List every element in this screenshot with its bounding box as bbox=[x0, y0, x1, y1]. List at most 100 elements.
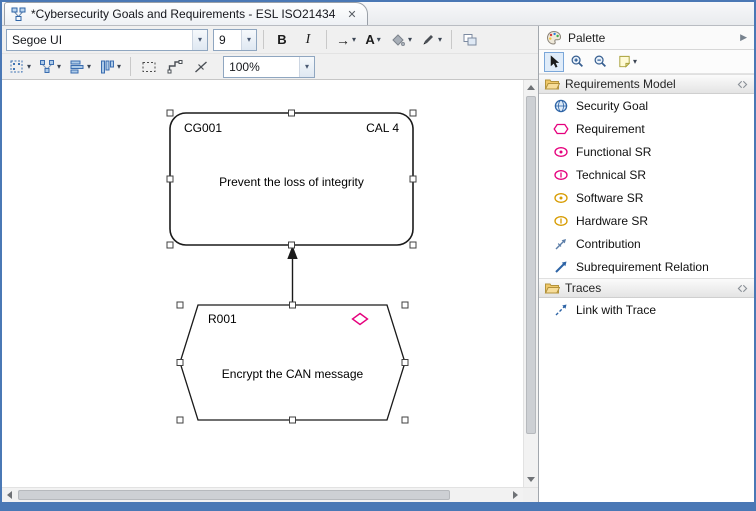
selection-mode-dropdown-button[interactable]: ▾ bbox=[6, 56, 34, 78]
italic-button[interactable]: I bbox=[296, 29, 320, 51]
drawer-label: Traces bbox=[565, 281, 601, 295]
toolbar-separator bbox=[326, 30, 327, 49]
vertical-scrollbar-thumb[interactable] bbox=[526, 96, 536, 434]
arrange-icon bbox=[39, 59, 55, 75]
oblique-router-button[interactable] bbox=[189, 56, 213, 78]
selection-handle[interactable] bbox=[289, 242, 295, 248]
marquee-select-button[interactable] bbox=[137, 56, 161, 78]
subrequirement-connection[interactable] bbox=[287, 246, 297, 307]
tab-close-icon[interactable]: ✕ bbox=[347, 8, 356, 21]
selection-handle[interactable] bbox=[289, 110, 295, 116]
copy-appearance-button[interactable] bbox=[458, 29, 482, 51]
palette-item-subrequirement-relation[interactable]: Subrequirement Relation bbox=[539, 255, 754, 278]
chevron-down-icon: ▾ bbox=[117, 62, 121, 71]
editor-tab[interactable]: *Cybersecurity Goals and Requirements - … bbox=[4, 2, 368, 25]
palette-item-label: Subrequirement Relation bbox=[576, 260, 709, 274]
fill-color-dropdown-button[interactable]: ▾ bbox=[387, 29, 415, 51]
security-goal-label: Prevent the loss of integrity bbox=[219, 175, 364, 189]
scroll-right-icon[interactable] bbox=[508, 488, 523, 502]
palette-item-label: Technical SR bbox=[576, 168, 646, 182]
chevron-down-icon[interactable]: ▾ bbox=[299, 57, 314, 77]
selection-handle[interactable] bbox=[177, 417, 183, 423]
palette-header[interactable]: Palette ▶ bbox=[539, 26, 754, 50]
drawer-requirements-model[interactable]: Requirements Model bbox=[539, 74, 754, 94]
bold-button[interactable]: B bbox=[270, 29, 294, 51]
folder-icon bbox=[544, 76, 560, 92]
drawer-customize-icon[interactable] bbox=[736, 282, 749, 295]
toolbar-separator bbox=[130, 57, 131, 76]
horizontal-scrollbar-thumb[interactable] bbox=[18, 490, 450, 500]
zoom-combo[interactable]: 100% ▾ bbox=[223, 56, 315, 78]
selection-handle[interactable] bbox=[167, 110, 173, 116]
arrow-style-dropdown-button[interactable]: → ▾ bbox=[333, 29, 359, 51]
align-dropdown-button[interactable]: ▾ bbox=[66, 56, 94, 78]
palette-collapse-icon[interactable]: ▶ bbox=[740, 32, 747, 43]
palette-item-security-goal[interactable]: Security Goal bbox=[539, 94, 754, 117]
security-goal-node[interactable]: CG001 CAL 4 Prevent the loss of integrit… bbox=[170, 113, 413, 245]
palette-item-contribution[interactable]: Contribution bbox=[539, 232, 754, 255]
italic-label: I bbox=[306, 32, 311, 48]
font-color-label: A bbox=[365, 32, 374, 47]
font-size-combo[interactable]: 9 ▾ bbox=[213, 29, 257, 51]
selection-handle[interactable] bbox=[402, 302, 408, 308]
palette-item-requirement[interactable]: Requirement bbox=[539, 117, 754, 140]
font-color-dropdown-button[interactable]: A ▾ bbox=[361, 29, 385, 51]
palette-item-functional-sr[interactable]: Functional SR bbox=[539, 140, 754, 163]
bold-label: B bbox=[277, 32, 286, 47]
chevron-down-icon[interactable]: ▾ bbox=[241, 30, 256, 50]
editor-tabbar: *Cybersecurity Goals and Requirements - … bbox=[2, 2, 754, 26]
palette-title: Palette bbox=[568, 31, 605, 45]
palette-item-hardware-sr[interactable]: Hardware SR bbox=[539, 209, 754, 232]
requirement-node[interactable]: R001 Encrypt the CAN message bbox=[180, 305, 405, 420]
palette-icon bbox=[546, 30, 562, 46]
requirement-icon bbox=[553, 121, 569, 137]
palette-item-label: Contribution bbox=[576, 237, 641, 251]
link-with-trace-icon bbox=[553, 302, 569, 318]
selection-handle[interactable] bbox=[402, 360, 408, 366]
scroll-left-icon[interactable] bbox=[2, 488, 17, 502]
palette-item-software-sr[interactable]: Software SR bbox=[539, 186, 754, 209]
security-goal-cal: CAL 4 bbox=[366, 121, 399, 135]
scroll-down-icon[interactable] bbox=[524, 472, 538, 487]
requirement-label: Encrypt the CAN message bbox=[222, 367, 364, 381]
selection-handle[interactable] bbox=[410, 176, 416, 182]
chevron-down-icon[interactable]: ▾ bbox=[192, 30, 207, 50]
vertical-scrollbar[interactable] bbox=[523, 80, 538, 487]
order-dropdown-button[interactable]: ▾ bbox=[96, 56, 124, 78]
software-sr-icon bbox=[553, 190, 569, 206]
selection-handle[interactable] bbox=[177, 360, 183, 366]
arrange-dropdown-button[interactable]: ▾ bbox=[36, 56, 64, 78]
scrollbar-corner bbox=[523, 487, 538, 502]
rectilinear-router-button[interactable] bbox=[163, 56, 187, 78]
note-tool-dropdown[interactable]: ▾ bbox=[613, 52, 641, 72]
palette-item-link-with-trace[interactable]: Link with Trace bbox=[539, 298, 754, 321]
zoom-in-tool[interactable] bbox=[567, 52, 587, 72]
window-bottom-border bbox=[2, 502, 754, 509]
hardware-sr-icon bbox=[553, 213, 569, 229]
scroll-up-icon[interactable] bbox=[524, 80, 538, 95]
selection-handle[interactable] bbox=[410, 242, 416, 248]
zoom-out-icon bbox=[593, 54, 608, 69]
selection-handle[interactable] bbox=[177, 302, 183, 308]
select-tool[interactable] bbox=[544, 52, 564, 72]
palette-item-technical-sr[interactable]: Technical SR bbox=[539, 163, 754, 186]
selection-handle[interactable] bbox=[167, 242, 173, 248]
diagram-canvas[interactable]: CG001 CAL 4 Prevent the loss of integrit… bbox=[2, 80, 523, 487]
drawer-customize-icon[interactable] bbox=[736, 78, 749, 91]
selection-handle[interactable] bbox=[410, 110, 416, 116]
drawer-traces[interactable]: Traces bbox=[539, 278, 754, 298]
selection-handle[interactable] bbox=[290, 417, 296, 423]
font-family-combo[interactable]: Segoe UI ▾ bbox=[6, 29, 208, 51]
marquee-icon bbox=[141, 59, 157, 75]
palette-item-label: Requirement bbox=[576, 122, 645, 136]
horizontal-scrollbar[interactable] bbox=[2, 487, 523, 502]
selection-handle[interactable] bbox=[290, 302, 296, 308]
line-color-dropdown-button[interactable]: ▾ bbox=[417, 29, 445, 51]
selection-handle[interactable] bbox=[167, 176, 173, 182]
chevron-down-icon: ▾ bbox=[438, 35, 442, 44]
appearance-grid-icon bbox=[462, 32, 478, 48]
diagram-toolbar: ▾ ▾ bbox=[2, 54, 538, 80]
selection-handle[interactable] bbox=[402, 417, 408, 423]
security-goal-id: CG001 bbox=[184, 121, 222, 135]
zoom-out-tool[interactable] bbox=[590, 52, 610, 72]
